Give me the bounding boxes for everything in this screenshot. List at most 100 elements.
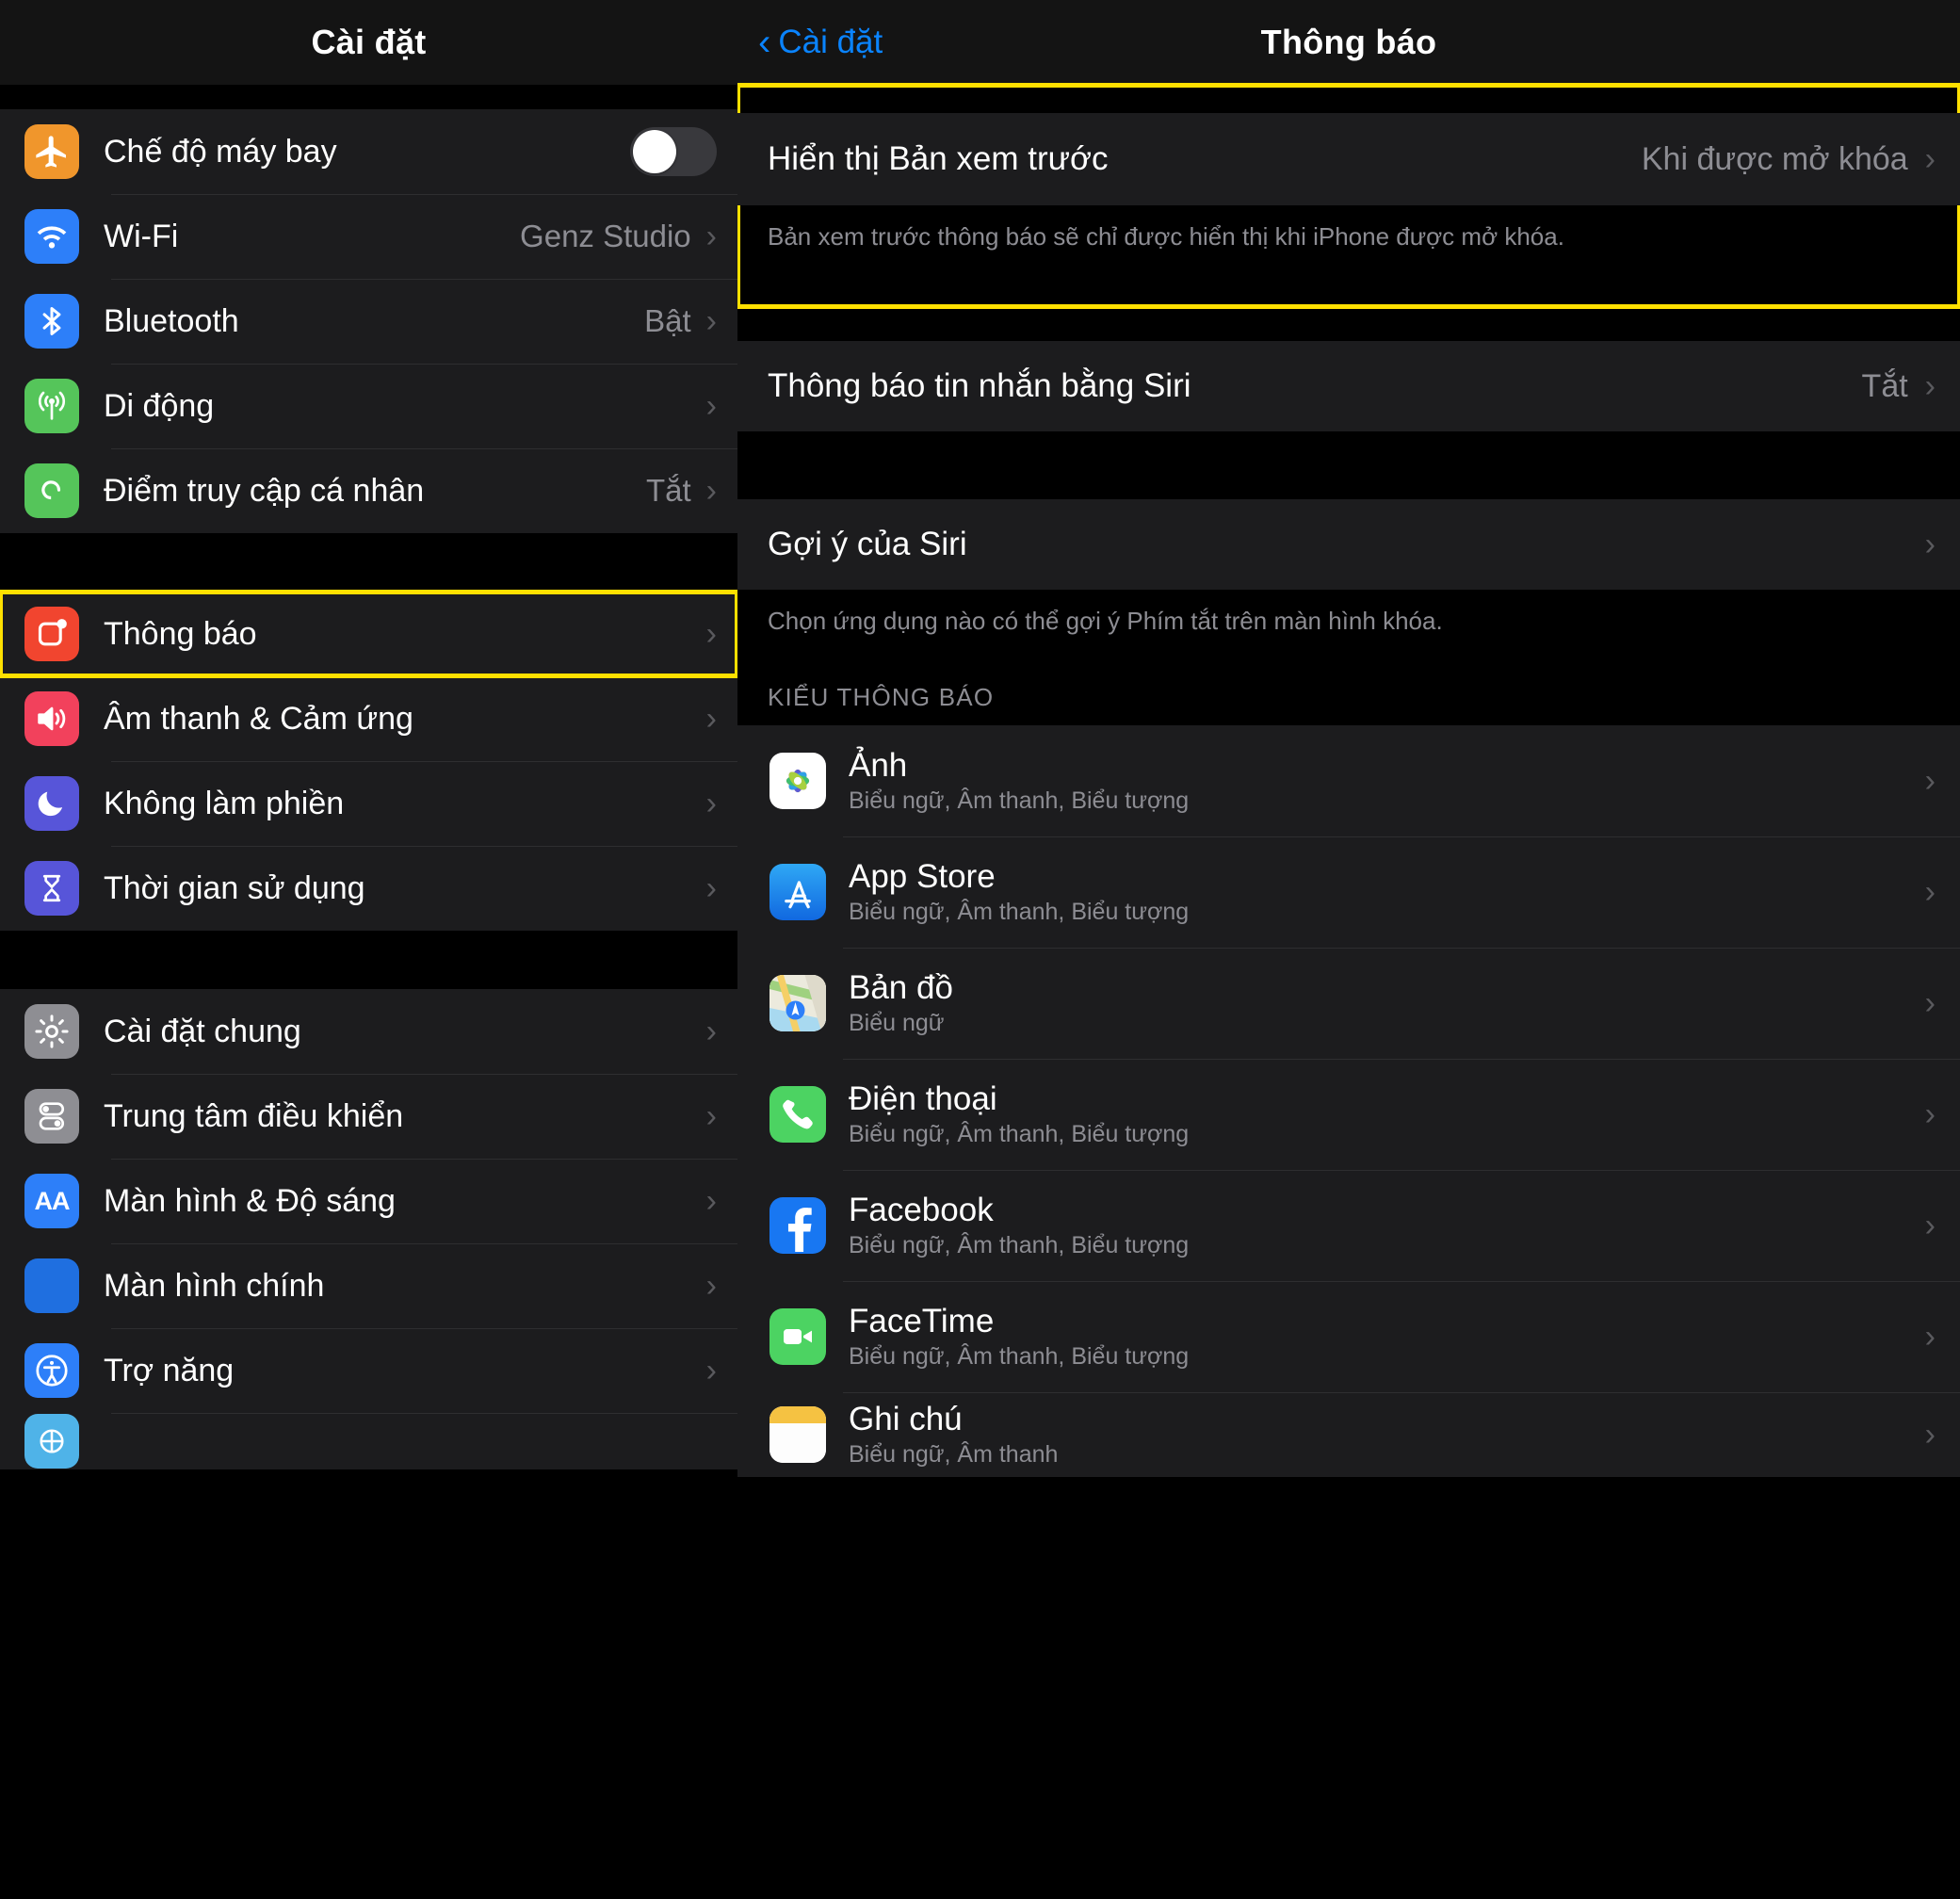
list-item[interactable]: App Store Biểu ngữ, Âm thanh, Biểu tượng…: [737, 836, 1960, 949]
list-item-text: Ghi chú Biểu ngữ, Âm thanh: [849, 1400, 1925, 1468]
siri-suggestions-footnote: Chọn ứng dụng nào có thể gợi ý Phím tắt …: [737, 590, 1960, 659]
chevron-right-icon: ›: [705, 1014, 717, 1049]
sidebar-item-do-not-disturb[interactable]: Không làm phiền ›: [0, 761, 737, 846]
list-item-text: Facebook Biểu ngữ, Âm thanh, Biểu tượng: [849, 1193, 1925, 1258]
chevron-right-icon: ›: [705, 1268, 717, 1304]
chevron-right-icon: ›: [705, 1353, 717, 1388]
chevron-right-icon: ›: [1924, 141, 1936, 177]
sidebar-item-control-center[interactable]: Trung tâm điều khiển ›: [0, 1074, 737, 1159]
chevron-right-icon: ›: [705, 786, 717, 821]
toggle-knob: [633, 130, 676, 173]
sidebar-item-screen-time[interactable]: Thời gian sử dụng ›: [0, 846, 737, 931]
sidebar-item-label: Di động: [104, 387, 215, 424]
sidebar-item-sounds-haptics[interactable]: Âm thanh & Cảm ứng ›: [0, 676, 737, 761]
section-gap: [737, 431, 1960, 499]
sidebar-item-cellular[interactable]: Di động ›: [0, 364, 737, 448]
list-item-text: App Store Biểu ngữ, Âm thanh, Biểu tượng: [849, 857, 1925, 925]
show-previews-footnote: Bản xem trước thông báo sẽ chỉ được hiển…: [737, 205, 1960, 307]
list-item[interactable]: Facebook Biểu ngữ, Âm thanh, Biểu tượng …: [737, 1170, 1960, 1282]
sidebar-item-label: Cài đặt chung: [104, 1013, 301, 1049]
sidebar-item-label: Trung tâm điều khiển: [104, 1097, 404, 1134]
sidebar-item-notifications[interactable]: Thông báo ›: [0, 590, 737, 678]
list-item[interactable]: FaceTime Biểu ngữ, Âm thanh, Biểu tượng …: [737, 1281, 1960, 1393]
list-item-text: FaceTime Biểu ngữ, Âm thanh, Biểu tượng: [849, 1304, 1925, 1371]
sidebar-item-label: Wi-Fi: [104, 218, 179, 254]
sidebar-item-airplane-mode[interactable]: Chế độ máy bay: [0, 109, 737, 194]
settings-screen: Cài đặt Chế độ máy bay Wi-Fi Genz Studio…: [0, 0, 737, 1899]
chevron-right-icon: ›: [705, 616, 717, 652]
sidebar-item-label: Điểm truy cập cá nhân: [104, 472, 425, 509]
chevron-right-icon: ›: [1924, 1319, 1936, 1355]
sidebar-item-wifi[interactable]: Wi-Fi Genz Studio ›: [0, 194, 737, 279]
chevron-right-icon: ›: [1924, 874, 1936, 911]
chevron-right-icon: ›: [1924, 1208, 1936, 1244]
siri-announce-messages-row[interactable]: Thông báo tin nhắn bằng Siri Tắt ›: [737, 341, 1960, 431]
photos-icon: [769, 753, 826, 810]
bluetooth-state-value: Bật: [644, 303, 691, 338]
facebook-icon: [769, 1197, 826, 1255]
sidebar-item-bluetooth[interactable]: Bluetooth Bật ›: [0, 279, 737, 364]
connectivity-group: Chế độ máy bay Wi-Fi Genz Studio › Bluet…: [0, 109, 737, 533]
home-screen-icon: [24, 1258, 79, 1313]
notifications-group: Thông báo › Âm thanh & Cảm ứng › Không l…: [0, 590, 737, 931]
sidebar-item-accessibility[interactable]: Trợ năng ›: [0, 1328, 737, 1413]
dual-screenshot: Cài đặt Chế độ máy bay Wi-Fi Genz Studio…: [0, 0, 1960, 1899]
app-name: App Store: [849, 857, 996, 895]
app-store-icon: [769, 864, 826, 921]
wallpaper-icon: [24, 1414, 79, 1469]
notification-style-header: KIỂU THÔNG BÁO: [737, 658, 1960, 726]
system-group: Cài đặt chung › Trung tâm điều khiển › A…: [0, 989, 737, 1469]
sidebar-item-general[interactable]: Cài đặt chung ›: [0, 989, 737, 1074]
notifications-navbar: ‹ Cài đặt Thông báo: [737, 0, 1960, 85]
gear-icon: [24, 1004, 79, 1059]
section-gap: [0, 931, 737, 989]
chevron-left-icon: ‹: [758, 22, 771, 63]
sidebar-item-label: Âm thanh & Cảm ứng: [104, 700, 413, 737]
control-center-icon: [24, 1089, 79, 1144]
list-item[interactable]: Điện thoại Biểu ngữ, Âm thanh, Biểu tượn…: [737, 1059, 1960, 1171]
hotspot-state-value: Tắt: [645, 473, 691, 508]
back-button[interactable]: ‹ Cài đặt: [758, 24, 883, 61]
list-item[interactable]: Ảnh Biểu ngữ, Âm thanh, Biểu tượng ›: [737, 725, 1960, 837]
dnd-icon: [24, 776, 79, 831]
sidebar-item-label: Thông báo: [104, 615, 257, 652]
wifi-icon: [24, 209, 79, 264]
section-gap: [737, 85, 1960, 113]
sidebar-item-display-brightness[interactable]: AA Màn hình & Độ sáng ›: [0, 1159, 737, 1243]
notifications-screen: ‹ Cài đặt Thông báo Hiển thị Bản xem trư…: [737, 0, 1960, 1899]
chevron-right-icon: ›: [705, 303, 717, 339]
show-previews-highlight-box: Hiển thị Bản xem trước Khi được mở khóa …: [737, 83, 1960, 309]
list-item-text: Điện thoại Biểu ngữ, Âm thanh, Biểu tượn…: [849, 1081, 1925, 1147]
maps-icon: [769, 975, 826, 1032]
facetime-icon: [769, 1308, 826, 1366]
show-previews-row[interactable]: Hiển thị Bản xem trước Khi được mở khóa …: [737, 113, 1960, 205]
section-gap: [0, 533, 737, 592]
show-previews-label: Hiển thị Bản xem trước: [768, 140, 1109, 177]
chevron-right-icon: ›: [705, 1183, 717, 1219]
list-item-text: Bản đồ Biểu ngữ: [849, 970, 1925, 1036]
sidebar-item-label: Không làm phiền: [104, 785, 345, 821]
chevron-right-icon: ›: [705, 1098, 717, 1134]
accessibility-icon: [24, 1343, 79, 1398]
show-previews-value: Khi được mở khóa: [1641, 140, 1908, 177]
sidebar-item-label: Màn hình chính: [104, 1267, 325, 1304]
app-notification-types: Biểu ngữ, Âm thanh, Biểu tượng: [849, 1343, 1190, 1371]
chevron-right-icon: ›: [1924, 1096, 1936, 1133]
list-item[interactable]: Ghi chú Biểu ngữ, Âm thanh ›: [737, 1392, 1960, 1478]
sidebar-item-home-screen[interactable]: Màn hình chính ›: [0, 1243, 737, 1328]
list-item[interactable]: Bản đồ Biểu ngữ ›: [737, 948, 1960, 1060]
app-name: Ghi chú: [849, 1400, 963, 1437]
sidebar-item-label: Màn hình & Độ sáng: [104, 1182, 396, 1219]
sidebar-item-label: Chế độ máy bay: [104, 133, 337, 170]
display-brightness-icon: AA: [24, 1174, 79, 1228]
siri-suggestions-row[interactable]: Gợi ý của Siri ›: [737, 499, 1960, 590]
chevron-right-icon: ›: [1924, 985, 1936, 1022]
chevron-right-icon: ›: [1924, 527, 1936, 562]
app-notification-types: Biểu ngữ, Âm thanh, Biểu tượng: [849, 787, 1190, 815]
siri-suggestions-label: Gợi ý của Siri: [768, 526, 967, 562]
sidebar-item-personal-hotspot[interactable]: Điểm truy cập cá nhân Tắt ›: [0, 448, 737, 533]
sidebar-item-wallpaper[interactable]: [0, 1413, 737, 1469]
airplane-mode-toggle[interactable]: [630, 127, 717, 176]
notes-icon: [769, 1406, 826, 1464]
sidebar-item-label: Bluetooth: [104, 302, 239, 339]
